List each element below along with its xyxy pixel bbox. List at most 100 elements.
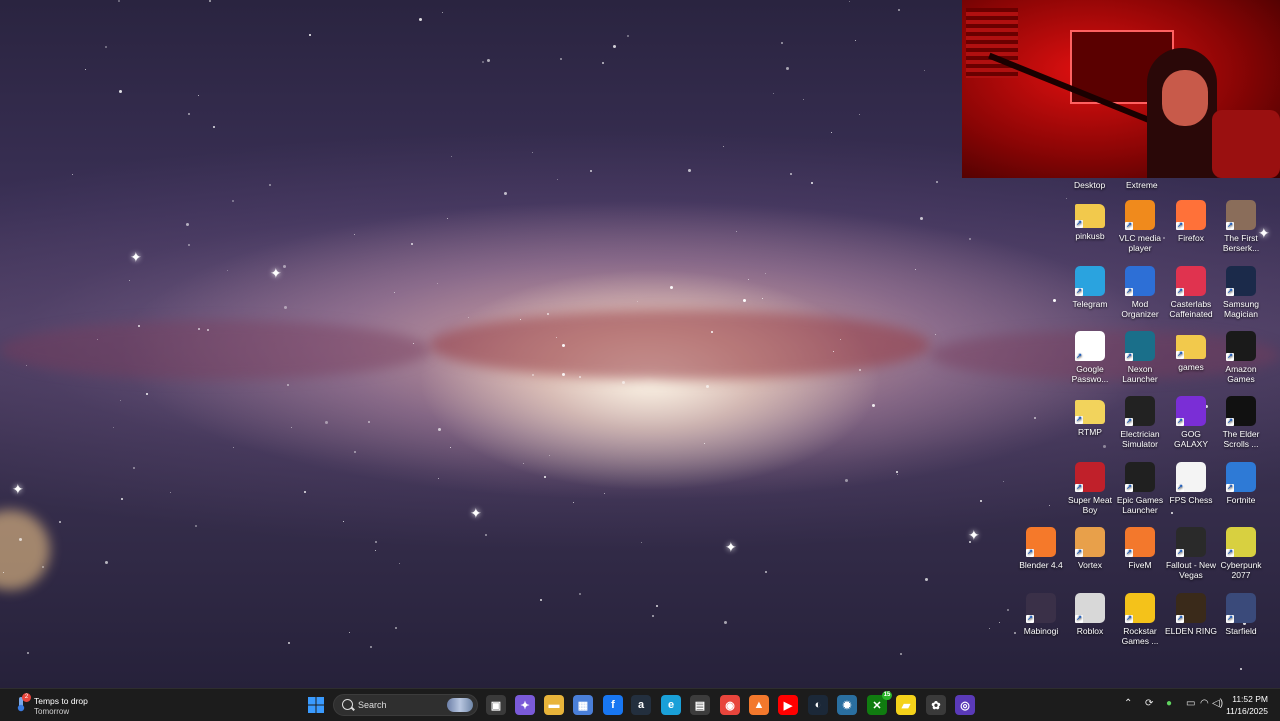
star	[195, 525, 197, 527]
wifi-icon[interactable]: ◠	[1200, 697, 1209, 711]
desktop-icon-telegram[interactable]: ↗ Telegram	[1063, 266, 1117, 309]
desktop-icon-casterlabs-caffeinated[interactable]: ↗ Casterlabs Caffeinated	[1164, 266, 1218, 319]
task-view-button[interactable]: ▣	[486, 695, 506, 715]
shortcut-arrow-icon: ↗	[1176, 549, 1184, 557]
desktop-icon-fps-chess[interactable]: ↗ FPS Chess	[1164, 462, 1218, 505]
sync-icon[interactable]: ⟳	[1145, 697, 1153, 711]
desktop-icon-games[interactable]: ↗ games	[1164, 331, 1218, 372]
search-icon	[342, 699, 353, 710]
xbox-notification-badge: 15	[882, 691, 892, 700]
desktop-icon-pinkusb[interactable]: ↗ pinkusb	[1063, 200, 1117, 241]
star	[549, 455, 550, 456]
desktop-icon-amazon-games[interactable]: ↗ Amazon Games	[1214, 331, 1268, 384]
chatgpt-button[interactable]: ✿	[926, 695, 946, 715]
chrome-button[interactable]: ◉	[720, 695, 740, 715]
desktop-icon-nexon-launcher[interactable]: ↗ Nexon Launcher	[1113, 331, 1167, 384]
fivem-button[interactable]: ▲	[749, 695, 769, 715]
desktop-icon-label: Starfield	[1225, 626, 1257, 636]
star	[811, 182, 813, 184]
file-explorer-button[interactable]: ▬	[544, 695, 564, 715]
desktop-icon-blender-4-4[interactable]: ↗ Blender 4.4	[1014, 527, 1068, 570]
star	[980, 500, 982, 502]
microphone-icon[interactable]: ●	[1166, 697, 1172, 711]
desktop-shortcut-label[interactable]: Desktop	[1074, 180, 1105, 190]
desktop-icon-rockstar-games[interactable]: ↗ Rockstar Games ...	[1113, 593, 1167, 646]
steam-button[interactable]: ◐	[808, 695, 828, 715]
desktop-icon-firefox[interactable]: ↗ Firefox	[1164, 200, 1218, 243]
display-icon[interactable]: ▭	[1186, 697, 1195, 711]
star	[723, 146, 724, 147]
shortcut-arrow-icon: ↗	[1226, 353, 1234, 361]
desktop-icon-mabinogi[interactable]: ↗ Mabinogi	[1014, 593, 1068, 636]
taskbar-search-box[interactable]: Search	[333, 694, 478, 716]
obs-button[interactable]: ◎	[955, 695, 975, 715]
desktop-icon-the-elder-scrolls[interactable]: ↗ The Elder Scrolls ...	[1214, 396, 1268, 449]
desktop-icon-label: FPS Chess	[1169, 495, 1213, 505]
star	[833, 351, 834, 352]
star	[468, 317, 469, 318]
app-button[interactable]: ✹	[837, 695, 857, 715]
nebula-glow	[0, 510, 50, 590]
desktop-icon-elden-ring[interactable]: ↗ ELDEN RING	[1164, 593, 1218, 636]
youtube-button[interactable]: ▶	[778, 695, 798, 715]
desktop-icon-google-passwo[interactable]: ↗ Google Passwo...	[1063, 331, 1117, 384]
show-hidden-icons-button[interactable]: ⌃	[1124, 697, 1132, 711]
folder-icon: ↗	[1176, 335, 1206, 359]
sticky-notes-button[interactable]: ▰	[896, 695, 916, 715]
copilot-button[interactable]: ✦	[515, 695, 535, 715]
star	[637, 301, 638, 302]
desktop-icon-samsung-magician[interactable]: ↗ Samsung Magician	[1214, 266, 1268, 319]
fortnite-icon: ↗	[1226, 462, 1256, 492]
star	[736, 231, 737, 232]
star	[119, 90, 122, 93]
star	[762, 298, 763, 299]
desktop-icon-fivem[interactable]: ↗ FiveM	[1113, 527, 1167, 570]
desktop-icon-fortnite[interactable]: ↗ Fortnite	[1214, 462, 1268, 505]
desktop-icon-gog-galaxy[interactable]: ↗ GOG GALAXY	[1164, 396, 1218, 449]
store-button[interactable]: ▦	[573, 695, 593, 715]
calculator-button[interactable]: ▤	[690, 695, 710, 715]
edge-icon: e	[667, 699, 675, 711]
galaxy-dust-band	[430, 310, 930, 380]
shortcut-arrow-icon: ↗	[1075, 288, 1083, 296]
desktop-icon-starfield[interactable]: ↗ Starfield	[1214, 593, 1268, 636]
star	[547, 313, 549, 315]
desktop-icon-fallout-new-vegas[interactable]: ↗ Fallout - New Vegas	[1164, 527, 1218, 580]
desktop-icon-mod-organizer[interactable]: ↗ Mod Organizer	[1113, 266, 1167, 319]
star	[105, 561, 108, 564]
system-clock[interactable]: 11:52 PM 11/16/2025	[1226, 693, 1268, 717]
desktop-icon-roblox[interactable]: ↗ Roblox	[1063, 593, 1117, 636]
thermometer-icon: 2	[14, 693, 31, 712]
volume-icon[interactable]: ◁)	[1212, 697, 1223, 711]
gear-icon: ✹	[842, 699, 852, 712]
star	[105, 46, 107, 48]
desktop-icon-vortex[interactable]: ↗ Vortex	[1063, 527, 1117, 570]
desktop-icon-electrician-simulator[interactable]: ↗ Electrician Simulator	[1113, 396, 1167, 449]
start-button[interactable]	[306, 695, 326, 715]
facebook-button[interactable]: f	[603, 695, 623, 715]
desktop-icon-super-meat-boy[interactable]: ↗ Super Meat Boy	[1063, 462, 1117, 515]
weather-widget[interactable]: 2 Temps to drop Tomorrow	[12, 693, 122, 717]
shortcut-arrow-icon: ↗	[1125, 288, 1133, 296]
star	[399, 563, 400, 564]
amazon-button[interactable]: a	[631, 695, 651, 715]
star	[688, 169, 691, 172]
desktop-icon-epic-games-launcher[interactable]: ↗ Epic Games Launcher	[1113, 462, 1167, 515]
star	[375, 541, 377, 543]
desktop-icon-label: Telegram	[1072, 299, 1108, 309]
telegram-icon: ↗	[1075, 266, 1105, 296]
star	[849, 1, 850, 2]
edge-button[interactable]: e	[661, 695, 681, 715]
star	[304, 491, 306, 493]
desktop-icon-the-first-berserk[interactable]: ↗ The First Berserk...	[1214, 200, 1268, 253]
star	[287, 384, 289, 386]
xbox-button[interactable]: ✕ 15	[867, 691, 892, 715]
game-icon: ↗	[1226, 200, 1256, 230]
desktop-icon-vlc-media-player[interactable]: ↗ VLC media player	[1113, 200, 1167, 253]
rockstar-icon: ↗	[1125, 593, 1155, 623]
desktop-icon-cyberpunk-2077[interactable]: ↗ Cyberpunk 2077	[1214, 527, 1268, 580]
desktop-icon-rtmp[interactable]: ↗ RTMP	[1063, 396, 1117, 437]
shortcut-arrow-icon: ↗	[1125, 549, 1133, 557]
desktop-icon-label: ELDEN RING	[1165, 626, 1217, 636]
extreme-shortcut-label[interactable]: Extreme	[1126, 180, 1158, 190]
